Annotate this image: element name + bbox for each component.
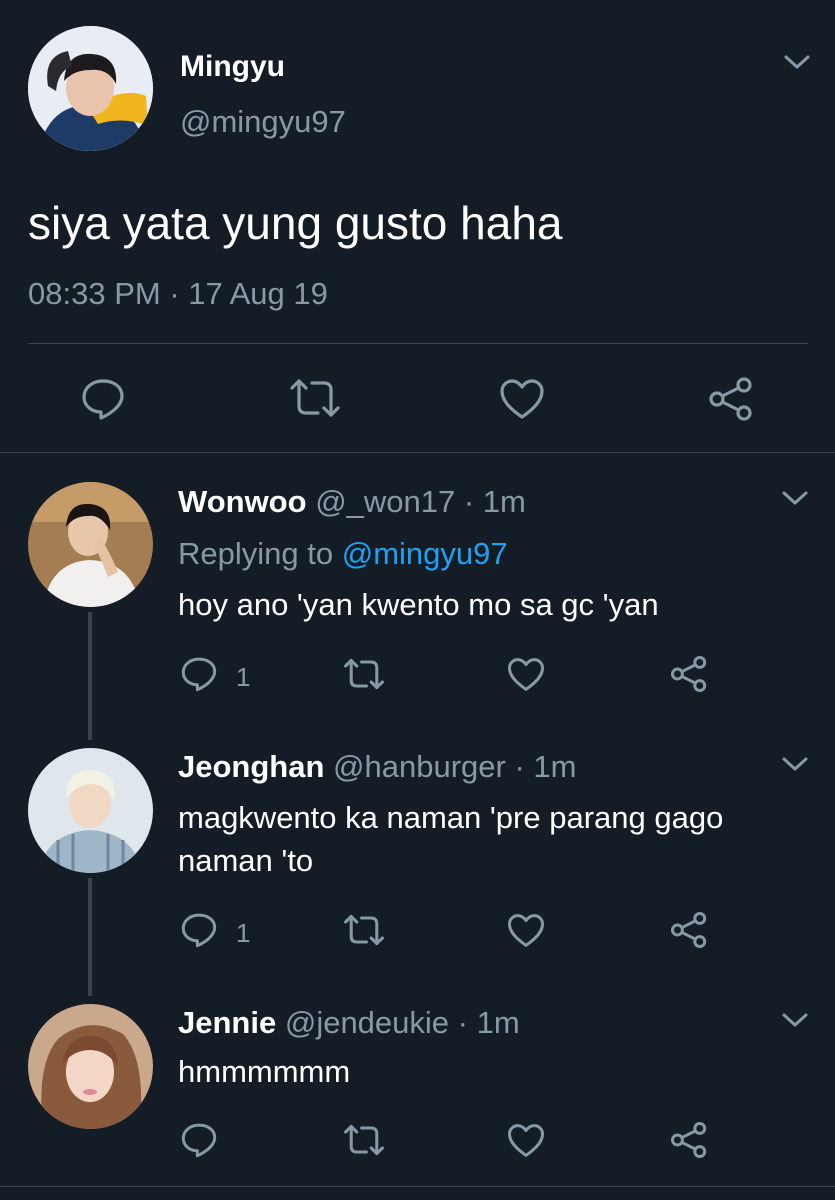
reply-text: hoy ano 'yan kwento mo sa gc 'yan <box>178 587 659 622</box>
chevron-down-icon[interactable] <box>782 52 812 72</box>
divider <box>28 343 808 344</box>
main-tweet-text: siya yata yung gusto haha <box>28 197 563 249</box>
share-icon[interactable] <box>708 376 754 422</box>
main-timestamp[interactable]: 08:33 PM · 17 Aug 19 <box>28 276 328 312</box>
main-display-name[interactable]: Mingyu <box>180 50 285 84</box>
like-icon[interactable] <box>499 378 545 420</box>
replying-to-label: Replying to <box>178 536 334 571</box>
reply-handle-time[interactable]: @hanburger · 1m <box>333 749 576 784</box>
avatar-wonwoo[interactable] <box>28 482 153 607</box>
reply-icon[interactable] <box>180 1121 218 1159</box>
thread-line <box>88 878 92 996</box>
reply-handle-time[interactable]: @_won17 · 1m <box>315 484 526 519</box>
replying-to-handle[interactable]: @mingyu97 <box>342 536 508 571</box>
like-icon[interactable] <box>507 657 545 692</box>
share-icon[interactable] <box>670 655 708 693</box>
reply-icon[interactable] <box>80 376 126 422</box>
reply-text-line-1: magkwento ka naman 'pre parang gago <box>178 800 724 835</box>
reply-text: hmmmmmm <box>178 1054 351 1089</box>
reply-display-name[interactable]: Wonwoo <box>178 484 307 519</box>
retweet-icon[interactable] <box>288 378 342 418</box>
reply-icon[interactable] <box>180 911 218 949</box>
reply-icon[interactable] <box>180 655 218 693</box>
main-handle[interactable]: @mingyu97 <box>180 104 346 140</box>
reply-count: 1 <box>236 918 251 948</box>
reply-display-name[interactable]: Jennie <box>178 1005 276 1040</box>
retweet-icon[interactable] <box>342 1124 386 1156</box>
chevron-down-icon[interactable] <box>780 488 810 508</box>
reply-text-line-2: naman 'to <box>178 843 314 878</box>
retweet-icon[interactable] <box>342 914 386 946</box>
divider <box>0 452 835 453</box>
divider <box>0 1186 835 1187</box>
reply-header: Jennie @jendeukie · 1m <box>178 1005 520 1041</box>
like-icon[interactable] <box>507 913 545 948</box>
reply-handle-time[interactable]: @jendeukie · 1m <box>285 1005 520 1040</box>
like-icon[interactable] <box>507 1123 545 1158</box>
avatar-jeonghan[interactable] <box>28 748 153 873</box>
reply-header: Jeonghan @hanburger · 1m <box>178 749 576 785</box>
chevron-down-icon[interactable] <box>780 1010 810 1030</box>
chevron-down-icon[interactable] <box>780 754 810 774</box>
avatar-jennie[interactable] <box>28 1004 153 1129</box>
share-icon[interactable] <box>670 1121 708 1159</box>
avatar-mingyu[interactable] <box>28 26 153 151</box>
reply-header: Wonwoo @_won17 · 1m <box>178 484 526 520</box>
reply-display-name[interactable]: Jeonghan <box>178 749 324 784</box>
reply-count: 1 <box>236 662 251 692</box>
share-icon[interactable] <box>670 911 708 949</box>
retweet-icon[interactable] <box>342 658 386 690</box>
replying-to: Replying to @mingyu97 <box>178 536 508 572</box>
thread-line <box>88 612 92 740</box>
